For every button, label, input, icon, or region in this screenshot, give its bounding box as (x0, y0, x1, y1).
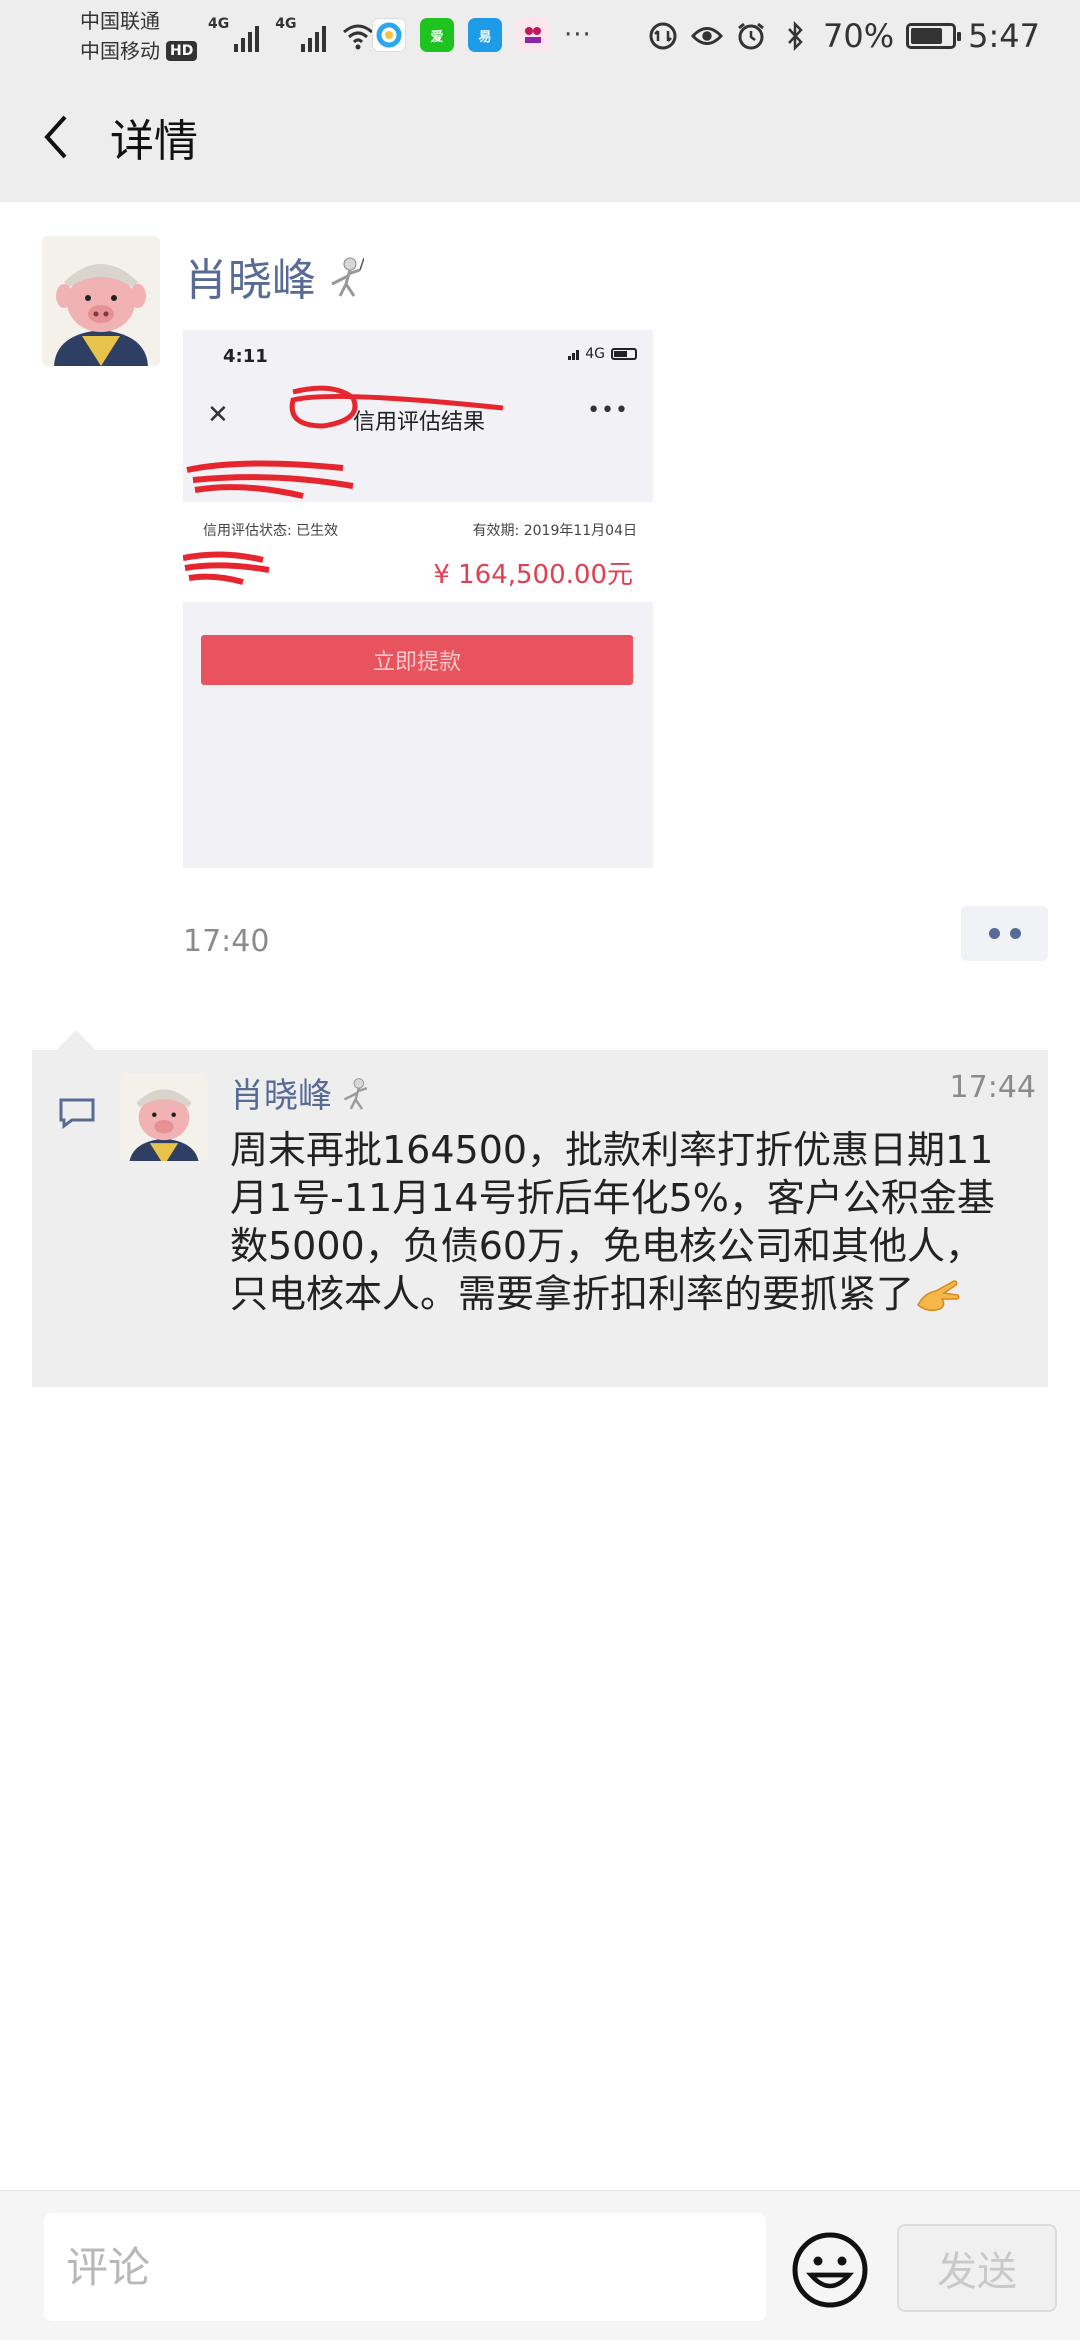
post-time: 17:40 (183, 924, 270, 959)
send-button[interactable]: 发送 (897, 2224, 1057, 2312)
notification-app-icons: 爱 易 ··· (372, 18, 592, 52)
carrier-2: 中国移动 (80, 39, 160, 63)
red-scribble-marks (183, 385, 504, 585)
battery-percent: 70% (823, 17, 895, 55)
hd-badge: HD (166, 41, 198, 61)
author-avatar[interactable] (42, 236, 160, 366)
ok-hand-emoji (914, 1275, 962, 1315)
system-status: 70% 5:47 (647, 12, 1040, 60)
post-author-name[interactable]: 肖晓峰 (184, 244, 316, 308)
more-notifications-icon: ··· (564, 20, 592, 50)
comment-input-bar: 发送 (0, 2190, 1080, 2340)
netease-icon: 易 (468, 18, 502, 52)
comment-icon (59, 1098, 95, 1129)
smiley-icon[interactable] (791, 2231, 869, 2309)
signal-indicators: 4G 4G (208, 16, 374, 52)
status-bar: 中国联通 中国移动 HD 4G 4G 爱 易 ··· 70% 5:47 (0, 0, 1080, 72)
app-icon (516, 18, 550, 52)
clock: 5:47 (968, 17, 1040, 55)
wifi-icon (342, 22, 374, 52)
comment-author-name[interactable]: 肖晓峰 (230, 1068, 332, 1117)
battery-icon (906, 23, 962, 49)
qq-browser-icon (372, 18, 406, 52)
signal-icon: 4G (275, 16, 327, 52)
comment-text: 周末再批164500，批款利率打折优惠日期11月1号-11月14号折后年化5%，… (230, 1126, 1020, 1318)
nav-bar: 详情 (0, 72, 1080, 202)
fencer-emoji (338, 1075, 370, 1111)
iqiyi-icon: 爱 (420, 18, 454, 52)
page-title: 详情 (110, 116, 198, 167)
two-dots-icon (988, 928, 1000, 939)
comment-time: 17:44 (949, 1070, 1036, 1105)
comment-body: 周末再批164500，批款利率打折优惠日期11月1号-11月14号折后年化5%，… (230, 1128, 995, 1316)
post-image[interactable]: 4:11 4G ✕ 信用评估结果 ••• 信用评估状态: 已生效 有效期: 20… (183, 330, 653, 868)
carrier-info: 中国联通 中国移动 HD (80, 6, 198, 66)
network-type-2: 4G (275, 16, 297, 32)
bluetooth-icon (779, 20, 811, 52)
post-author[interactable]: 肖晓峰 (184, 244, 364, 308)
comment-author[interactable]: 肖晓峰 (230, 1068, 370, 1117)
data-saver-icon (647, 20, 679, 52)
fencer-emoji (324, 254, 364, 298)
chevron-left-icon (44, 115, 67, 159)
post-more-button[interactable] (961, 906, 1048, 961)
network-type-1: 4G (208, 16, 230, 32)
alarm-icon (735, 20, 767, 52)
back-button[interactable] (0, 72, 110, 202)
comment-input[interactable] (44, 2213, 766, 2321)
carrier-1: 中国联通 (80, 9, 160, 33)
comment-author-avatar[interactable] (120, 1073, 208, 1161)
eye-icon (691, 20, 724, 52)
signal-icon: 4G (208, 16, 260, 52)
